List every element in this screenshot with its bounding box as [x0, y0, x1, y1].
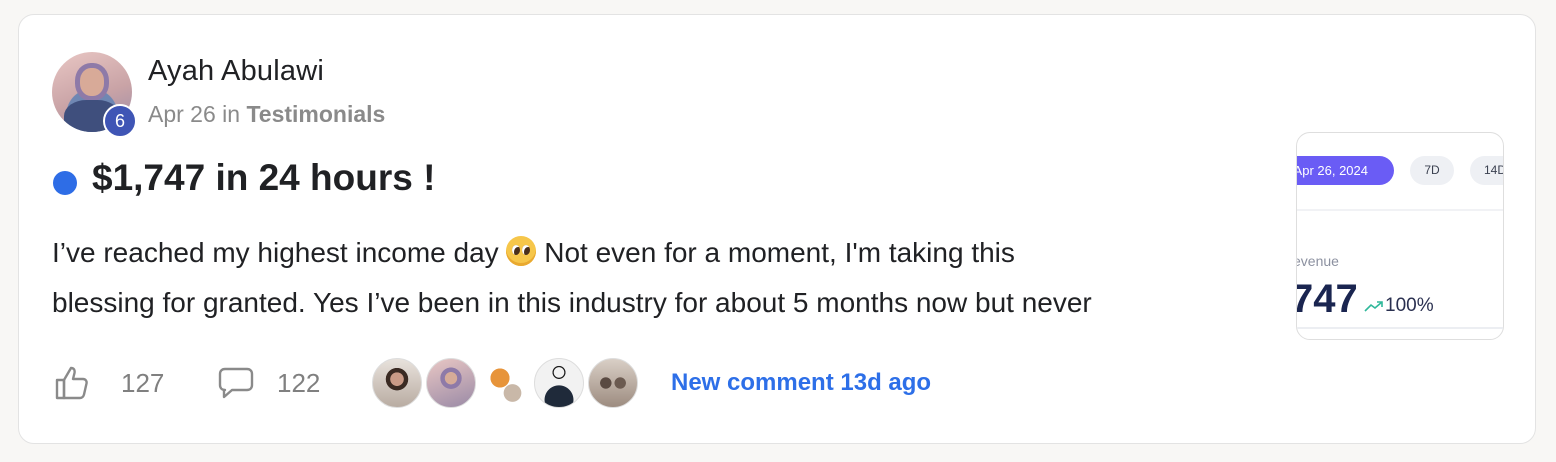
- avatar-face: [80, 68, 104, 96]
- post-card[interactable]: 6 Ayah Abulawi Apr 26 in Testimonials $1…: [18, 14, 1536, 444]
- author-name[interactable]: Ayah Abulawi: [148, 55, 324, 88]
- commenter-avatar[interactable]: [588, 358, 638, 408]
- post-date: Apr 26: [148, 101, 216, 127]
- thumbnail-bottom-rule: [1297, 327, 1503, 329]
- body-text-part2: Not even for a moment, I'm taking this: [536, 237, 1015, 268]
- commenter-avatar[interactable]: [426, 358, 476, 408]
- category-link[interactable]: Testimonials: [246, 101, 385, 127]
- in-word: in: [222, 101, 241, 127]
- body-text-line2: blessing for granted. Yes I’ve been in t…: [52, 287, 1092, 318]
- post-excerpt[interactable]: I’ve reached my highest income day Not e…: [52, 228, 1267, 328]
- pleading-face-icon: [506, 236, 537, 266]
- post-title[interactable]: $1,747 in 24 hours !: [92, 157, 435, 199]
- post-meta: Apr 26 in Testimonials: [148, 101, 385, 128]
- thumbnail-revenue-label: evenue: [1296, 253, 1339, 269]
- new-comment-link[interactable]: New comment 13d ago: [671, 369, 931, 397]
- thumbnail-divider: [1297, 209, 1503, 211]
- thumbnail-date-range: - Apr 26, 2024: [1297, 156, 1394, 185]
- thumbnail-range-14d: 14D: [1470, 156, 1503, 185]
- commenter-avatar[interactable]: [534, 358, 584, 408]
- level-badge: 6: [103, 104, 137, 138]
- post-thumbnail[interactable]: - Apr 26, 2024 7D 14D evenue 747 100%: [1296, 132, 1504, 340]
- comment-count: 122: [277, 368, 321, 398]
- unread-indicator: [53, 171, 77, 195]
- like-count: 127: [121, 368, 165, 398]
- like-icon[interactable]: [54, 365, 90, 401]
- body-text-part1: I’ve reached my highest income day: [52, 237, 507, 268]
- trend-up-icon: [1364, 301, 1383, 312]
- commenter-avatar[interactable]: [372, 358, 422, 408]
- thumbnail-revenue-value: 747: [1296, 277, 1358, 321]
- commenter-avatar[interactable]: [480, 358, 530, 408]
- thumbnail-trend-percent: 100%: [1385, 295, 1434, 316]
- comment-icon[interactable]: [217, 366, 255, 400]
- thumbnail-range-7d: 7D: [1410, 156, 1454, 185]
